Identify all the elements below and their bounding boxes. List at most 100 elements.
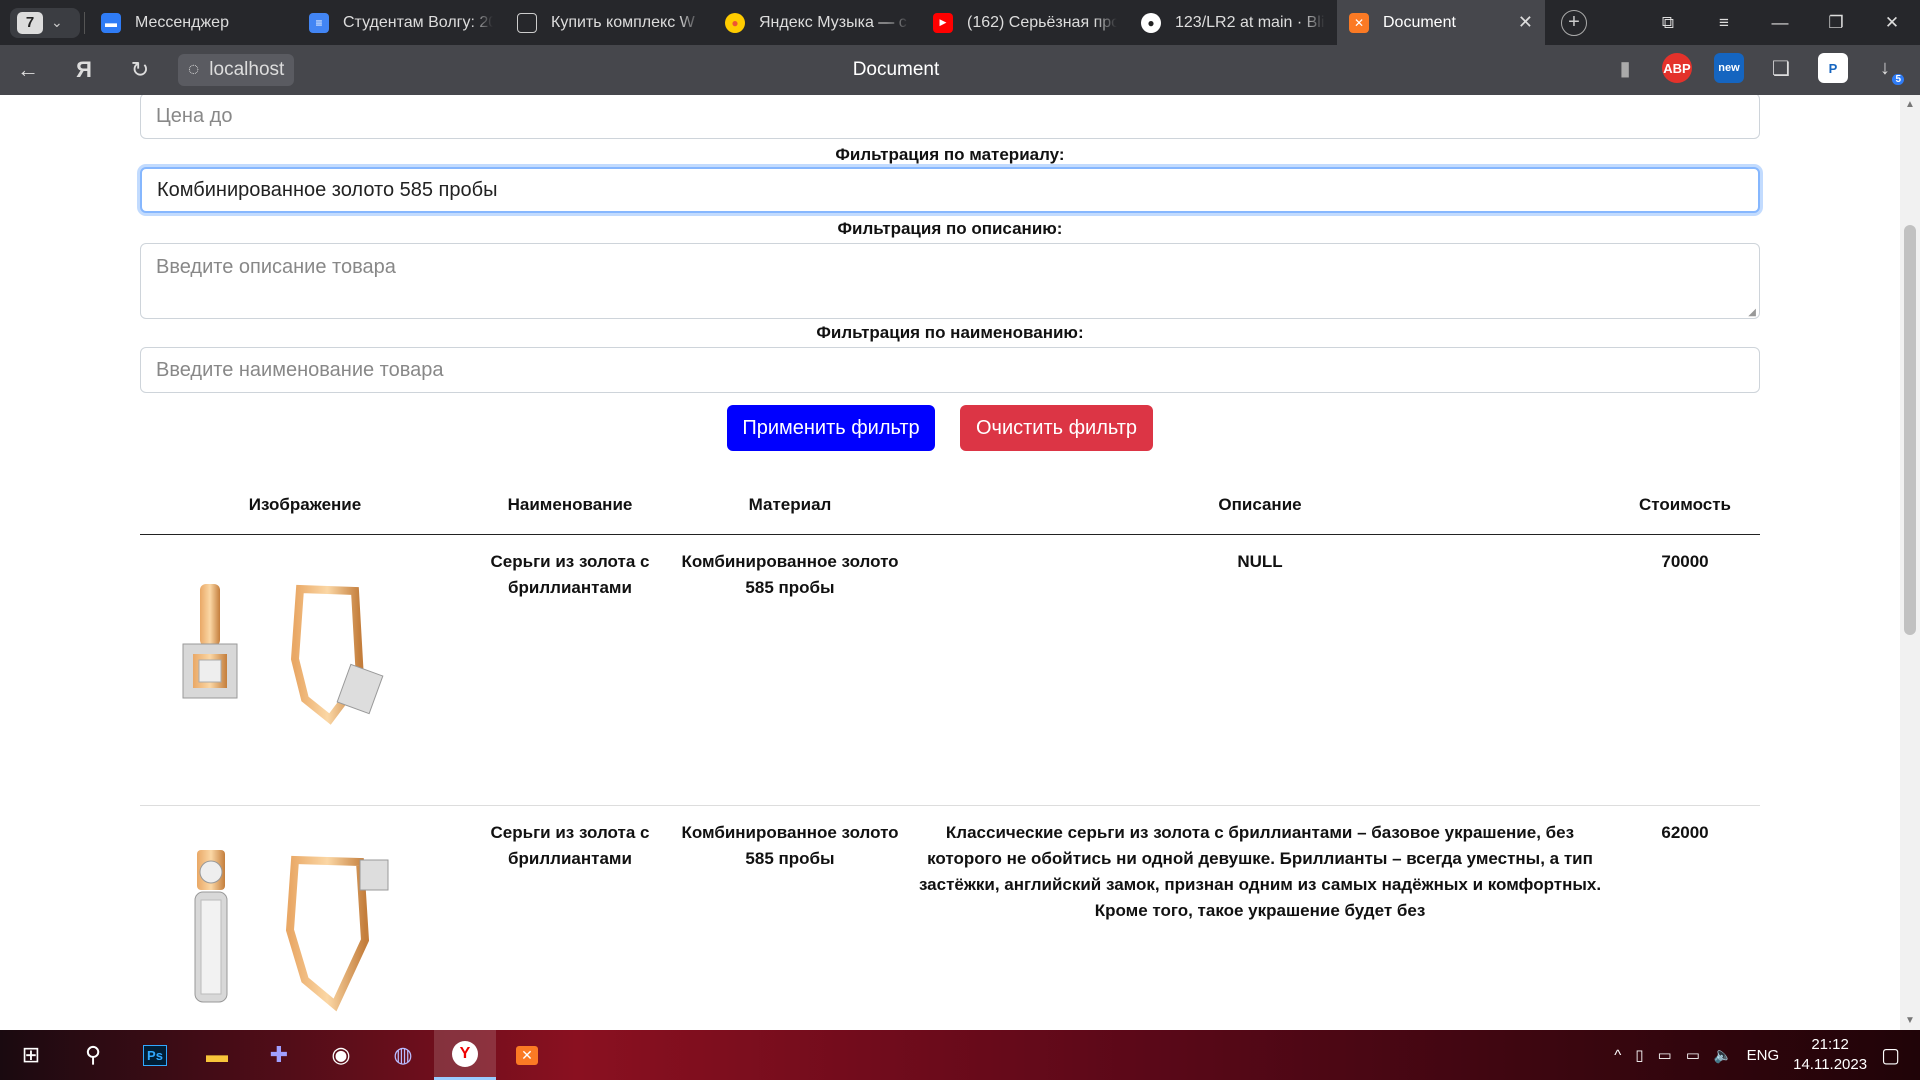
earrings-image (194, 850, 389, 1012)
price-to-input[interactable]: Цена до (140, 95, 1760, 139)
table-header: Изображение Наименование Материал Описан… (140, 475, 1760, 535)
messenger-icon: ▬ (101, 12, 121, 33)
tab-messenger[interactable]: ▬ Мессенджер (89, 0, 297, 45)
downloads-icon[interactable]: ↓ 5 (1870, 53, 1904, 85)
product-price: 70000 (1661, 552, 1709, 571)
header-name: Наименование (507, 494, 633, 514)
gamepad-icon[interactable]: ✚ (248, 1030, 310, 1080)
tab-title: 123/LR2 at main · Bli (1175, 13, 1325, 31)
window-controls: ⧉ ≡ — ❐ ✕ (1640, 0, 1920, 45)
close-window-button[interactable]: ✕ (1864, 13, 1920, 33)
description-placeholder: Введите описание товара (156, 256, 396, 278)
description-filter-label: Фильтрация по описанию: (837, 219, 1063, 238)
browser-tab-bar: 7 ⌄ ▬ Мессенджер ≡ Студентам Волгу: 20 К… (0, 0, 1920, 45)
search-icon[interactable]: ⚲ (62, 1030, 124, 1080)
tab-counter-button[interactable]: 7 ⌄ (10, 7, 80, 38)
product-material: Комбинированное золото 585 пробы (681, 823, 899, 868)
photoshop-icon[interactable]: Ps (124, 1030, 186, 1080)
tab-document-active[interactable]: ✕ Document ✕ (1337, 0, 1545, 45)
xampp-icon[interactable]: ✕ (496, 1030, 558, 1080)
chevron-up-icon[interactable]: ^ (1614, 1047, 1621, 1064)
page-scrollbar[interactable]: ▲ ▼ (1900, 95, 1920, 1030)
adblock-icon[interactable]: ABP (1662, 53, 1692, 83)
product-image-cell (140, 806, 470, 1030)
clock[interactable]: 21:12 14.11.2023 (1793, 1035, 1867, 1075)
new-tab-button[interactable]: + (1561, 9, 1587, 36)
scroll-up-icon[interactable]: ▲ (1905, 99, 1915, 110)
calendar-ext-icon[interactable]: new (1714, 53, 1744, 83)
yandex-browser-icon[interactable]: Y (434, 1030, 496, 1080)
file-explorer-icon[interactable]: ▬ (186, 1030, 248, 1080)
product-price: 62000 (1661, 823, 1709, 842)
tab-google-doc[interactable]: ≡ Студентам Волгу: 20 (297, 0, 505, 45)
volume-icon[interactable]: 🔈 (1714, 1046, 1733, 1064)
yandex-music-icon: ● (725, 12, 745, 33)
description-textarea[interactable]: Введите описание товара ◢ (140, 243, 1760, 319)
taskbar-apps: ⊞ ⚲ Ps ▬ ✚ ◉ ◍ Y ✕ (0, 1030, 558, 1080)
usb-icon[interactable]: ▯ (1635, 1046, 1643, 1064)
document-icon: ≡ (309, 12, 329, 33)
material-filter-label: Фильтрация по материалу: (835, 145, 1065, 164)
tab-yandex-music[interactable]: ● Яндекс Музыка — с (713, 0, 921, 45)
products-table: Изображение Наименование Материал Описан… (140, 475, 1760, 1030)
product-image-cell (140, 535, 470, 805)
name-filter-label: Фильтрация по наименованию: (816, 323, 1084, 342)
menu-icon[interactable]: ≡ (1696, 13, 1752, 33)
minimize-button[interactable]: — (1752, 13, 1808, 33)
clock-time: 21:12 (1811, 1036, 1849, 1053)
close-tab-icon[interactable]: ✕ (1518, 12, 1533, 33)
page-icon (517, 12, 537, 33)
tab-count: 7 (17, 11, 43, 34)
windows-taskbar: ⊞ ⚲ Ps ▬ ✚ ◉ ◍ Y ✕ ^ ▯ ▭ ▭ 🔈 ENG 21:12 1… (0, 1030, 1920, 1080)
header-material: Материал (748, 494, 832, 514)
tab-github[interactable]: ● 123/LR2 at main · Bli (1129, 0, 1337, 45)
restore-button[interactable]: ❐ (1808, 13, 1864, 33)
page-content: Цена до Фильтрация по материалу: Комбини… (0, 95, 1900, 1030)
language-indicator[interactable]: ENG (1747, 1047, 1780, 1064)
tab-title: Яндекс Музыка — с (759, 13, 907, 31)
clear-filter-button[interactable]: Очистить фильтр (960, 405, 1153, 451)
product-name: Серьги из золота с бриллиантами (490, 552, 650, 597)
tab-shop[interactable]: Купить комплекс W (505, 0, 713, 45)
scrollbar-thumb[interactable] (1904, 225, 1916, 635)
tab-title: (162) Серьёзная про (967, 13, 1117, 31)
header-price: Стоимость (1639, 494, 1731, 514)
github-icon: ● (1141, 12, 1161, 33)
table-row: Серьги из золота с бриллиантами Комбинир… (140, 806, 1760, 1030)
product-description: Классические серьги из золота с бриллиан… (918, 823, 1602, 920)
translate-ext-icon[interactable]: P (1818, 53, 1848, 83)
tab-title: Мессенджер (135, 13, 229, 31)
product-material: Комбинированное золото 585 пробы (681, 552, 899, 597)
notifications-icon[interactable]: ▢ (1881, 1043, 1900, 1068)
apply-filter-button[interactable]: Применить фильтр (727, 405, 935, 451)
bookmark-icon[interactable]: ▮ (1610, 53, 1640, 83)
youtube-icon: ▶ (933, 12, 953, 33)
extension-icons: ▮ ABP new ❏ P ↓ 5 (1610, 53, 1904, 85)
system-tray: ^ ▯ ▭ ▭ 🔈 ENG 21:12 14.11.2023 ▢ (1614, 1030, 1920, 1080)
scroll-down-icon[interactable]: ▼ (1905, 1015, 1915, 1026)
tab-title: Document (1383, 13, 1456, 31)
tab-separator (84, 11, 85, 34)
resize-handle-icon[interactable]: ◢ (1748, 307, 1756, 318)
address-bar: ← Я ↻ ◌ localhost Document ▮ ABP new ❏ P… (0, 45, 1920, 95)
steam-icon[interactable]: ◉ (310, 1030, 372, 1080)
page-title: Document (852, 59, 940, 80)
network-icon[interactable]: ▭ (1686, 1046, 1700, 1064)
tab-title: Студентам Волгу: 20 (343, 13, 493, 31)
windows-start-icon[interactable]: ⊞ (0, 1030, 62, 1080)
collections-icon[interactable]: ❏ (1766, 53, 1796, 83)
header-image: Изображение (248, 494, 362, 514)
name-input[interactable]: Введите наименование товара (140, 347, 1760, 393)
battery-icon[interactable]: ▭ (1658, 1046, 1672, 1064)
tab-overview-icon[interactable]: ⧉ (1640, 13, 1696, 33)
earrings-image (182, 584, 384, 725)
table-row: Серьги из золота с бриллиантами Комбинир… (140, 535, 1760, 806)
tab-youtube[interactable]: ▶ (162) Серьёзная про (921, 0, 1129, 45)
chevron-down-icon: ⌄ (51, 14, 63, 30)
discord-icon[interactable]: ◍ (372, 1030, 434, 1080)
tab-title: Купить комплекс W (551, 13, 695, 31)
header-description: Описание (1218, 494, 1302, 514)
xampp-icon: ✕ (1349, 12, 1369, 33)
clock-date: 14.11.2023 (1793, 1056, 1868, 1073)
material-input[interactable]: Комбинированное золото 585 пробы (140, 167, 1760, 213)
